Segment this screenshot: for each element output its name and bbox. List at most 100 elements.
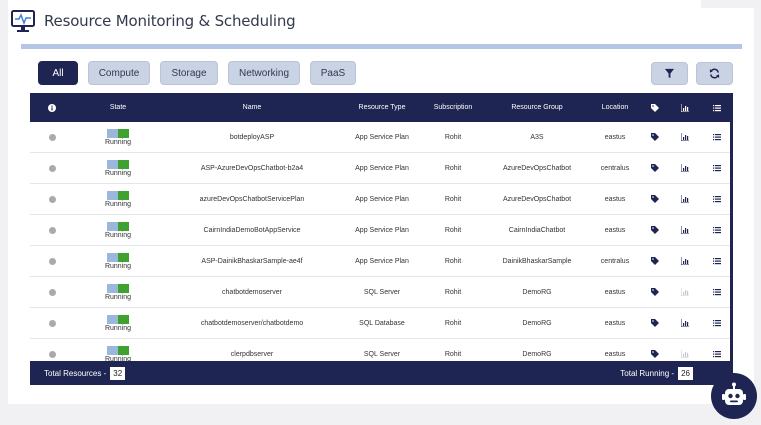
state-toggle[interactable] (106, 159, 129, 169)
info-icon[interactable] (48, 257, 56, 265)
row-type-cell: App Service Plan (355, 226, 409, 234)
filter-networking-button[interactable]: Networking (228, 61, 300, 85)
row-subscription-cell: Rohit (444, 319, 462, 327)
row-metrics-cell[interactable] (670, 184, 700, 214)
chart-icon (681, 133, 689, 141)
filter-compute-button[interactable]: Compute (88, 61, 150, 85)
row-details-cell[interactable] (700, 277, 733, 307)
table-row[interactable]: Running chatbotdemoserver/chatbotdemo SQL … (30, 308, 733, 339)
header-location[interactable]: Location (590, 93, 640, 122)
row-location-cell: eastus (604, 195, 626, 203)
total-running-count: 26 (678, 366, 693, 380)
chart-icon (681, 288, 689, 296)
chart-icon (681, 319, 689, 327)
filter-storage-button[interactable]: Storage (160, 61, 218, 85)
info-icon (48, 103, 56, 112)
header-info (30, 93, 74, 122)
row-metrics-cell[interactable] (670, 153, 700, 183)
row-subscription-cell: Rohit (444, 195, 462, 203)
info-icon[interactable] (48, 133, 56, 141)
chart-icon (681, 164, 689, 172)
state-label: Running (104, 324, 132, 332)
list-icon (712, 320, 721, 327)
table-row[interactable]: Running chatbotdemoserver SQL Server Rohit D… (30, 277, 733, 308)
filter-paas-button[interactable]: PaaS (310, 61, 356, 85)
filter-all-button[interactable]: All (38, 61, 78, 85)
row-metrics-cell[interactable] (670, 122, 700, 152)
row-name-cell: CairnIndiaDemoBotAppService (203, 226, 301, 234)
row-info-cell (30, 153, 74, 183)
total-resources: Total Resources - 32 (44, 361, 126, 385)
row-details-cell[interactable] (700, 215, 733, 245)
row-tag-cell[interactable] (640, 215, 670, 245)
state-toggle[interactable] (106, 128, 129, 138)
row-tag-cell[interactable] (640, 277, 670, 307)
row-subscription-cell: Rohit (444, 133, 462, 141)
row-state-cell: Running (74, 246, 162, 276)
row-tag-cell[interactable] (640, 308, 670, 338)
list-icon (712, 258, 721, 265)
page-title: Resource Monitoring & Scheduling (44, 12, 296, 30)
header-name[interactable]: Name (162, 93, 342, 122)
info-icon[interactable] (48, 195, 56, 203)
state-toggle[interactable] (106, 314, 129, 324)
filter-tabs: All Compute Storage Networking PaaS (38, 61, 356, 85)
header-resource-type[interactable]: Resource Type (342, 93, 422, 122)
list-icon (712, 104, 721, 111)
row-name-cell: ASP-DainikBhaskarSample-ae4f (201, 257, 303, 265)
row-details-cell[interactable] (700, 184, 733, 214)
table-scrollbar[interactable] (730, 122, 733, 362)
row-tag-cell[interactable] (640, 246, 670, 276)
table-row[interactable]: Running ASP-DainikBhaskarSample-ae4f App S… (30, 246, 733, 277)
header-subscription[interactable]: Subscription (422, 93, 484, 122)
row-location-cell: centralus (600, 257, 630, 265)
row-state-cell: Running (74, 184, 162, 214)
chatbot-button[interactable] (711, 373, 757, 419)
table-row[interactable]: Running botdeployASP App Service Plan Rohit… (30, 122, 733, 153)
info-icon[interactable] (48, 319, 56, 327)
row-metrics-cell[interactable] (670, 246, 700, 276)
state-toggle[interactable] (106, 190, 129, 200)
robot-icon (722, 382, 746, 405)
state-toggle[interactable] (106, 345, 129, 355)
state-label: Running (104, 169, 132, 177)
list-icon (712, 227, 721, 234)
list-icon (712, 289, 721, 296)
row-type-cell: App Service Plan (355, 257, 409, 265)
row-details-cell[interactable] (700, 246, 733, 276)
row-tag-cell[interactable] (640, 184, 670, 214)
info-icon[interactable] (48, 226, 56, 234)
row-state-cell: Running (74, 215, 162, 245)
state-toggle[interactable] (106, 221, 129, 231)
row-details-cell[interactable] (700, 308, 733, 338)
tag-icon (651, 103, 659, 112)
row-tag-cell[interactable] (640, 122, 670, 152)
row-metrics-cell[interactable] (670, 277, 700, 307)
chart-icon (681, 226, 689, 234)
row-group-cell: AzureDevOpsChatbot (502, 164, 572, 172)
row-metrics-cell[interactable] (670, 215, 700, 245)
info-icon[interactable] (48, 164, 56, 172)
info-icon[interactable] (48, 350, 56, 358)
state-label: Running (104, 200, 132, 208)
filter-button[interactable] (651, 62, 688, 85)
row-info-cell (30, 308, 74, 338)
table-row[interactable]: Running ASP-AzureDevOpsChatbot-b2a4 App Se… (30, 153, 733, 184)
info-icon[interactable] (48, 288, 56, 296)
row-name-cell: botdeployASP (229, 133, 275, 141)
row-details-cell[interactable] (700, 153, 733, 183)
header-state[interactable]: State (74, 93, 162, 122)
row-details-cell[interactable] (700, 122, 733, 152)
table-row[interactable]: Running CairnIndiaDemoBotAppService App Se… (30, 215, 733, 246)
toolbar (651, 62, 733, 85)
refresh-button[interactable] (696, 62, 733, 85)
row-metrics-cell[interactable] (670, 308, 700, 338)
tag-icon (651, 288, 659, 296)
header-resource-group[interactable]: Resource Group (484, 93, 590, 122)
row-type-cell: App Service Plan (355, 133, 409, 141)
state-toggle[interactable] (106, 283, 129, 293)
state-label: Running (104, 138, 132, 146)
table-row[interactable]: Running azureDevOpsChatbotServicePlan App … (30, 184, 733, 215)
state-toggle[interactable] (106, 252, 129, 262)
row-tag-cell[interactable] (640, 153, 670, 183)
